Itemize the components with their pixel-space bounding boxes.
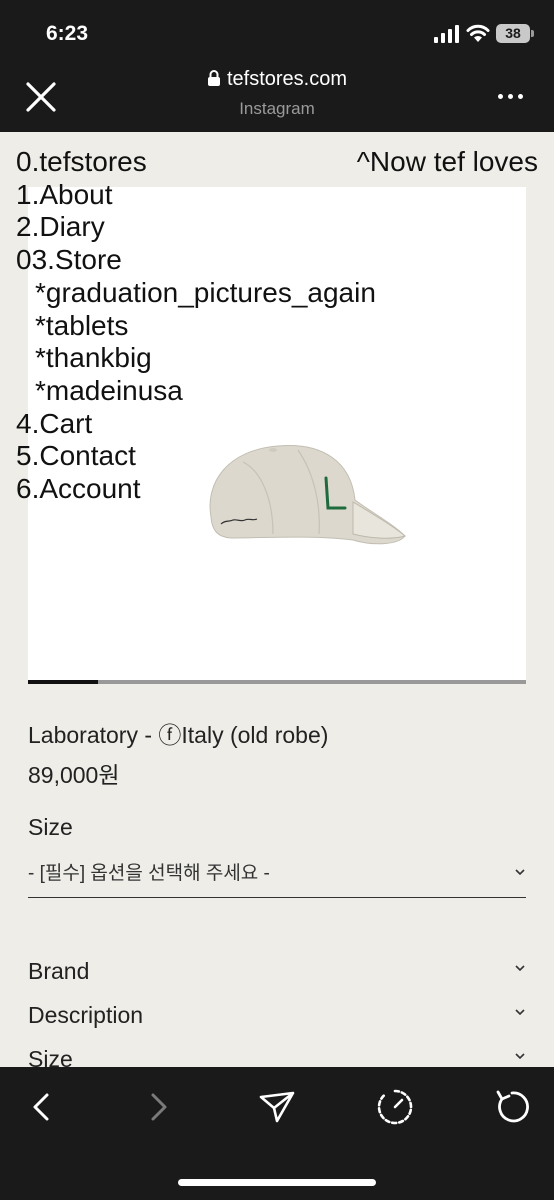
- size-select-value: - [필수] 옵션을 선택해 주세요 -: [28, 863, 270, 884]
- nav-home[interactable]: 0.tefstores: [16, 146, 376, 179]
- reload-icon[interactable]: [492, 1087, 532, 1127]
- chevron-down-icon: [515, 965, 525, 972]
- product-name: Laboratory - ⓕItaly (old robe): [28, 722, 329, 748]
- nav-contact[interactable]: 5.Contact: [16, 440, 376, 473]
- nav-store-sub-item[interactable]: *tablets: [16, 310, 376, 343]
- nav-about[interactable]: 1.About: [16, 179, 376, 212]
- nav-diary[interactable]: 2.Diary: [16, 211, 376, 244]
- chevron-down-icon: [515, 1053, 525, 1060]
- lock-icon: [207, 70, 220, 86]
- bottom-toolbar: [0, 1067, 554, 1200]
- url-text: tefstores.com: [226, 68, 348, 90]
- accordion-label: Description: [28, 1002, 144, 1028]
- nav-account[interactable]: 6.Account: [16, 473, 376, 506]
- size-select[interactable]: - [필수] 옵션을 선택해 주세요 -: [28, 854, 526, 898]
- nav-cart[interactable]: 4.Cart: [16, 408, 376, 441]
- accordion-brand[interactable]: Brand: [28, 958, 526, 994]
- chevron-down-icon: [515, 1009, 525, 1016]
- wifi-icon: [466, 24, 490, 42]
- site-nav: 0.tefstores 1.About 2.Diary 03.Store *gr…: [16, 146, 376, 506]
- cellular-signal-icon: [434, 25, 460, 43]
- size-label: Size: [28, 814, 73, 840]
- accordion-description[interactable]: Description: [28, 1002, 526, 1038]
- nav-store-sub-item[interactable]: *madeinusa: [16, 375, 376, 408]
- nav-store-sub-item[interactable]: *graduation_pictures_again: [16, 277, 376, 310]
- url-source: Instagram: [239, 99, 315, 118]
- nav-now-loves[interactable]: ^Now tef loves: [357, 146, 538, 179]
- accordion-label: Size: [28, 1046, 73, 1067]
- chevron-down-icon: [515, 869, 525, 876]
- nav-store-sub-item[interactable]: *thankbig: [16, 342, 376, 375]
- product-price: 89,000원: [28, 762, 120, 788]
- home-indicator[interactable]: [178, 1179, 376, 1186]
- address-bar[interactable]: tefstores.com: [0, 68, 554, 91]
- nav-store[interactable]: 03.Store: [16, 244, 376, 277]
- status-time: 6:23: [46, 22, 89, 45]
- timer-icon[interactable]: [375, 1087, 415, 1127]
- top-bar: 6:23 38 tefstores.com Instagram: [0, 0, 554, 132]
- share-icon[interactable]: [257, 1087, 297, 1127]
- more-options-icon[interactable]: [498, 94, 526, 102]
- forward-icon[interactable]: [138, 1087, 178, 1127]
- accordion-label: Brand: [28, 958, 90, 984]
- battery-tip: [531, 30, 534, 37]
- gallery-progress-fill: [28, 680, 98, 684]
- battery-indicator: 38: [496, 24, 530, 43]
- gallery-progress[interactable]: [28, 680, 526, 684]
- accordion-size[interactable]: Size: [28, 1046, 526, 1067]
- back-icon[interactable]: [22, 1087, 62, 1127]
- web-page: 0.tefstores 1.About 2.Diary 03.Store *gr…: [0, 132, 554, 1067]
